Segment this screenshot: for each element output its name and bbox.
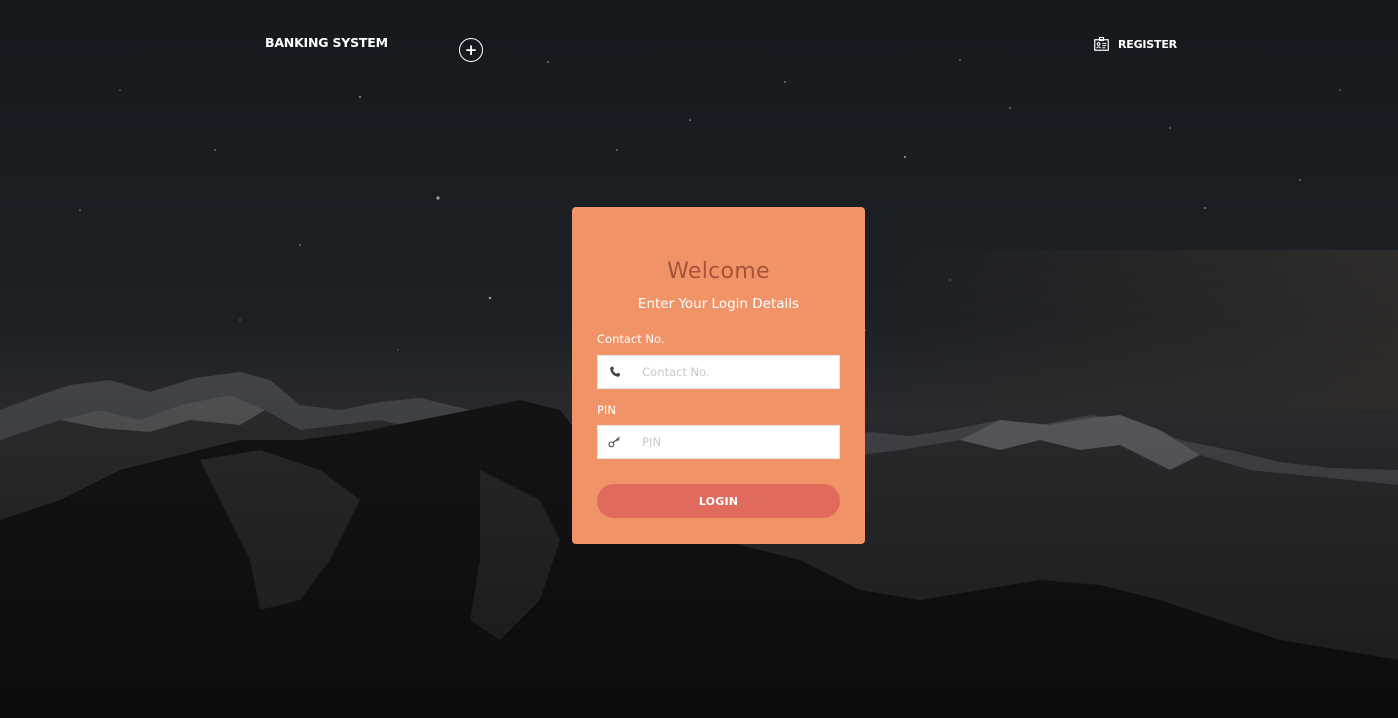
contact-input-group xyxy=(597,355,840,389)
contact-label: Contact No. xyxy=(597,332,665,346)
brand-logo-text[interactable]: BANKING SYSTEM xyxy=(265,35,388,50)
top-navbar: BANKING SYSTEM + REGISTER xyxy=(0,0,1398,90)
phone-icon xyxy=(598,356,631,388)
welcome-title: Welcome xyxy=(667,259,770,284)
menu-toggle-button[interactable]: + xyxy=(459,38,483,62)
login-subtitle: Enter Your Login Details xyxy=(637,296,800,312)
pin-input-group xyxy=(597,425,840,459)
contact-input[interactable] xyxy=(631,356,839,388)
plus-icon: + xyxy=(464,40,478,59)
pin-label: PIN xyxy=(597,403,616,417)
key-icon xyxy=(598,426,631,458)
login-card: Welcome Enter Your Login Details Contact… xyxy=(572,207,865,544)
id-card-icon xyxy=(1094,37,1109,51)
login-button[interactable]: LOGIN xyxy=(597,484,840,518)
register-link[interactable]: REGISTER xyxy=(1094,37,1177,51)
register-label: REGISTER xyxy=(1118,37,1177,51)
pin-input[interactable] xyxy=(631,426,839,458)
